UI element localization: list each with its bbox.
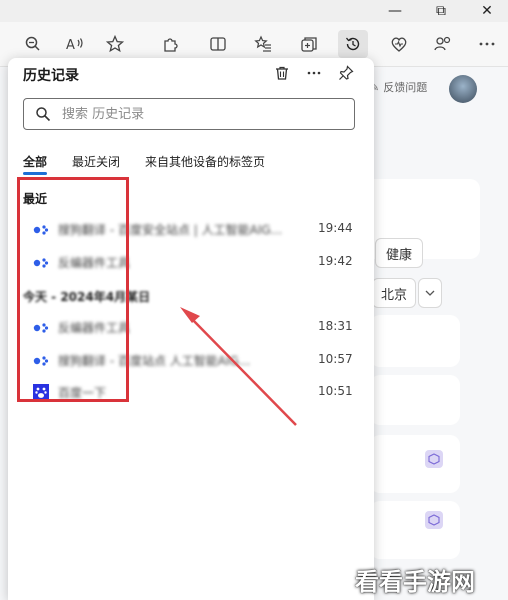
annotation-arrow [180, 307, 297, 426]
watermark-text: 看看手游网 [355, 568, 475, 596]
